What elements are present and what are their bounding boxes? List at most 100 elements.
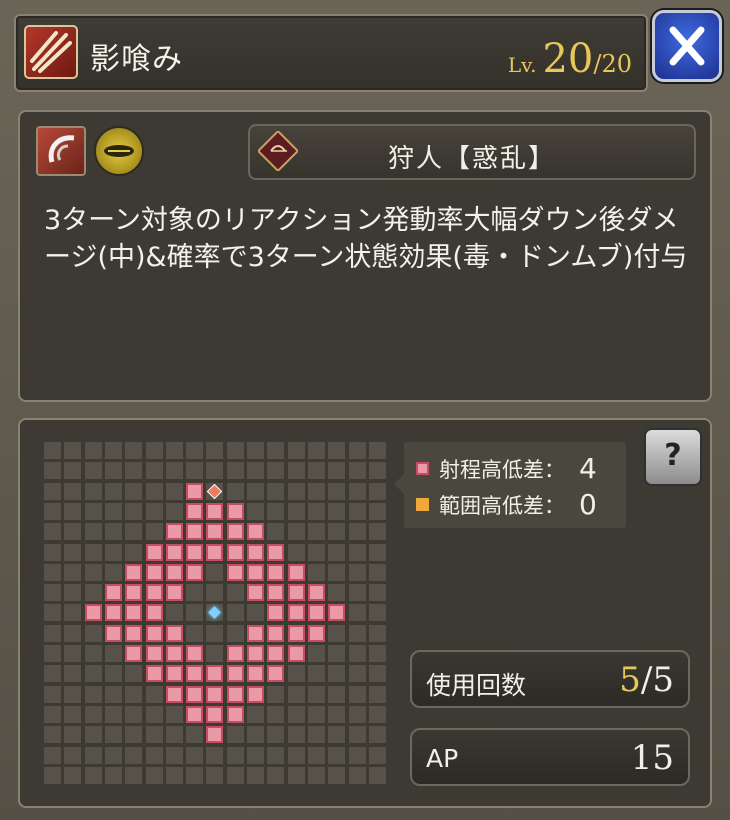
range-cell [287, 563, 305, 581]
grid-cell [247, 442, 264, 459]
range-cell [186, 482, 204, 500]
grid-cell [348, 624, 366, 642]
range-cell [226, 543, 244, 561]
grid-cell [348, 726, 366, 744]
range-cell [125, 645, 143, 662]
range-cell [307, 624, 325, 642]
grid-cell [348, 705, 366, 723]
grid-cell [104, 523, 122, 541]
range-cell [267, 624, 285, 642]
range-cell [186, 705, 204, 723]
grid-cell [84, 442, 102, 459]
grid-cell [186, 766, 204, 784]
range-cell [206, 523, 224, 541]
grid-cell [165, 442, 183, 459]
grid-cell [328, 502, 346, 520]
grid-cell [307, 482, 325, 500]
uses-separator: / [640, 660, 653, 700]
grid-cell [145, 726, 163, 744]
grid-cell [44, 624, 61, 642]
grid-cell [247, 726, 264, 744]
range-cell [287, 624, 305, 642]
range-cell [104, 604, 122, 622]
range-cell [247, 685, 264, 703]
range-cell [226, 563, 244, 581]
range-cell [145, 645, 163, 662]
grid-cell [348, 645, 366, 662]
range-panel: 射程高低差： 4 範囲高低差： 0 ? 使用回数 5/5 AP 15 [18, 418, 712, 808]
grid-cell [247, 705, 264, 723]
grid-cell [307, 523, 325, 541]
help-button[interactable]: ? [644, 428, 702, 486]
grid-cell [348, 442, 366, 459]
grid-cell [206, 645, 224, 662]
grid-cell [368, 543, 386, 561]
grid-cell [267, 685, 285, 703]
grid-cell [307, 543, 325, 561]
grid-cell [145, 746, 163, 764]
ap-box: AP 15 [410, 728, 690, 786]
range-cell [125, 624, 143, 642]
grid-cell [307, 442, 325, 459]
ap-label: AP [426, 744, 459, 773]
grid-cell [348, 584, 366, 602]
grid-cell [348, 523, 366, 541]
range-cell [206, 543, 224, 561]
level-label: Lv. [507, 53, 537, 77]
grid-cell [44, 462, 61, 480]
skill-description-panel: 狩人【惑乱】 3ターン対象のリアクション発動率大幅ダウン後ダメージ(中)&確率で… [18, 110, 712, 402]
grid-cell [368, 523, 386, 541]
grid-cell [226, 584, 244, 602]
grid-cell [348, 462, 366, 480]
grid-cell [247, 482, 264, 500]
grid-cell [145, 685, 163, 703]
grid-cell [328, 726, 346, 744]
grid-cell [307, 746, 325, 764]
range-cell [267, 584, 285, 602]
grid-cell [328, 543, 346, 561]
range-cell [247, 563, 264, 581]
close-button[interactable] [652, 10, 722, 82]
range-cell [226, 665, 244, 683]
skill-detail-window: 影喰み Lv. 20/20 狩人【惑乱】 3ターン対象のリアクション発動率大幅ダ… [0, 0, 730, 820]
grid-cell [84, 563, 102, 581]
grid-cell [104, 766, 122, 784]
grid-cell [104, 705, 122, 723]
grid-cell [125, 462, 143, 480]
grid-cell [104, 645, 122, 662]
grid-cell [328, 645, 346, 662]
grid-cell [247, 766, 264, 784]
grid-cell [328, 482, 346, 500]
grid-cell [84, 766, 102, 784]
grid-cell [328, 442, 346, 459]
grid-cell [368, 563, 386, 581]
grid-cell [44, 726, 61, 744]
slash-element-icon [36, 126, 86, 176]
grid-cell [125, 482, 143, 500]
range-cell [226, 523, 244, 541]
grid-cell [64, 685, 82, 703]
grid-cell [287, 685, 305, 703]
range-height-value: 4 [579, 452, 597, 485]
grid-cell [145, 523, 163, 541]
grid-cell [125, 442, 143, 459]
grid-cell [145, 502, 163, 520]
grid-cell [165, 482, 183, 500]
grid-cell [206, 563, 224, 581]
grid-cell [206, 584, 224, 602]
grid-cell [328, 685, 346, 703]
grid-cell [64, 726, 82, 744]
grid-cell [287, 726, 305, 744]
grid-cell [348, 746, 366, 764]
thunder-element-icon [94, 126, 144, 176]
range-cell [247, 624, 264, 642]
grid-cell [84, 726, 102, 744]
grid-cell [206, 462, 224, 480]
grid-cell [125, 726, 143, 744]
range-cell [165, 665, 183, 683]
grid-cell [328, 746, 346, 764]
grid-cell [348, 563, 366, 581]
aoe-height-value: 0 [579, 488, 597, 521]
skill-description: 3ターン対象のリアクション発動率大幅ダウン後ダメージ(中)&確率で3ターン状態効… [44, 205, 688, 273]
range-cell [226, 502, 244, 520]
